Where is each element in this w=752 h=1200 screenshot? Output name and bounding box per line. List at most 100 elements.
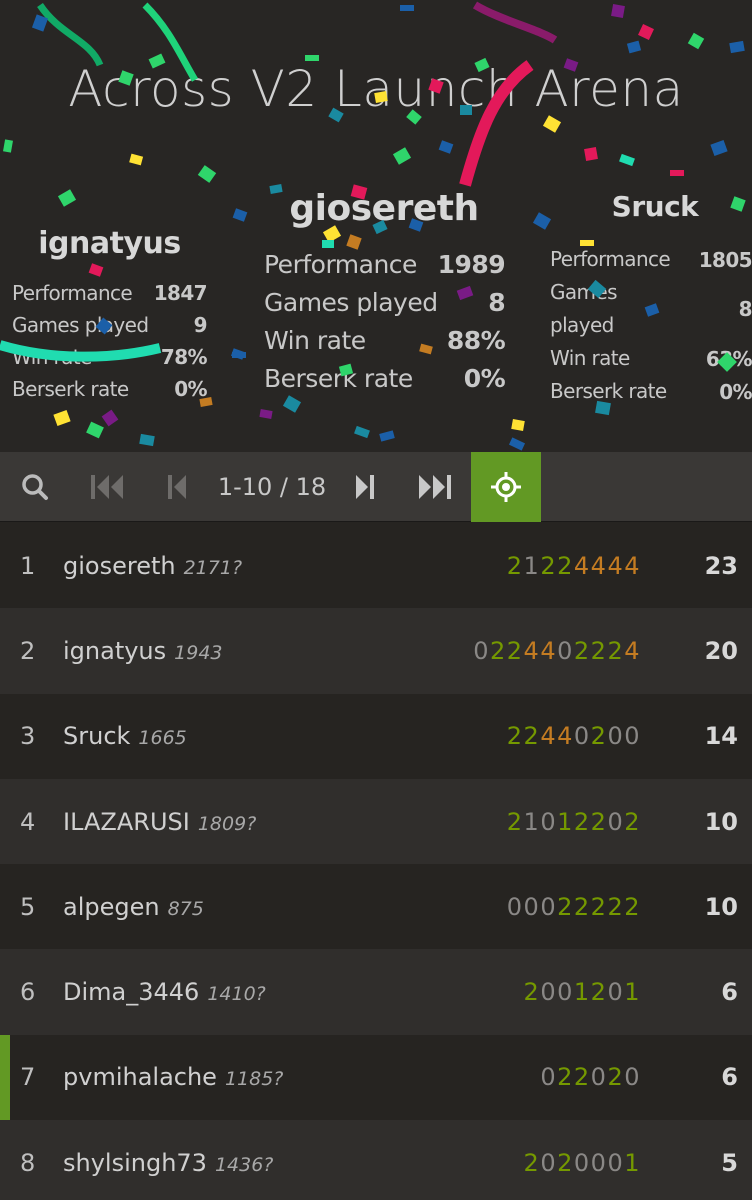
confetti-piece bbox=[638, 24, 654, 40]
rank-number: 7 bbox=[20, 1063, 36, 1092]
table-row[interactable]: 6 Dima_3446 1410? 2001201 6 bbox=[0, 949, 752, 1035]
score-digit: 2 bbox=[624, 807, 641, 836]
jump-to-me-button[interactable] bbox=[471, 452, 541, 522]
confetti-piece bbox=[232, 352, 246, 358]
pagination-bar: 1-10 / 18 bbox=[0, 452, 752, 522]
table-row[interactable]: 7 pvmihalache 1185? 022020 6 bbox=[0, 1034, 752, 1121]
player-name-cell[interactable]: alpegen 875 bbox=[63, 893, 204, 921]
stat-label: Win rate bbox=[12, 345, 92, 369]
table-row[interactable]: 4 ILAZARUSI 1809? 21012202 10 bbox=[0, 778, 752, 865]
total-score: 6 bbox=[721, 978, 738, 1007]
stat-value: 9 bbox=[193, 313, 208, 337]
confetti-piece bbox=[86, 421, 104, 439]
stat-label: Performance bbox=[550, 247, 671, 271]
confetti-piece bbox=[3, 139, 13, 153]
podium-second-name[interactable]: ignatyus bbox=[12, 226, 207, 261]
podium-second-stats: Performance 1847 Games played 9 Win rate 78… bbox=[12, 277, 208, 405]
podium-second: ignatyus Performance 1847 Games played 9 W… bbox=[12, 226, 208, 405]
player-name-cell[interactable]: ILAZARUSI 1809? bbox=[63, 808, 256, 836]
player-name-cell[interactable]: ignatyus 1943 bbox=[63, 637, 223, 665]
crosshair-icon bbox=[491, 472, 521, 502]
stat-label: Performance bbox=[12, 281, 133, 305]
confetti-piece bbox=[354, 425, 370, 439]
score-digit: 2 bbox=[557, 1148, 574, 1177]
table-row[interactable]: 3 Sruck 1665 22440200 14 bbox=[0, 693, 752, 779]
score-digit: 0 bbox=[573, 1148, 591, 1177]
table-row[interactable]: 8 shylsingh73 1436? 2020001 5 bbox=[0, 1120, 752, 1200]
score-digit: 2 bbox=[607, 892, 625, 921]
player-name-cell[interactable]: pvmihalache 1185? bbox=[63, 1063, 283, 1091]
player-name-cell[interactable]: Sruck 1665 bbox=[63, 722, 187, 750]
next-page-button[interactable] bbox=[330, 452, 400, 522]
player-name-cell[interactable]: shylsingh73 1436? bbox=[63, 1149, 273, 1177]
score-digit: 2 bbox=[523, 722, 541, 751]
confetti-piece bbox=[139, 433, 155, 447]
score-digit: 4 bbox=[557, 722, 574, 751]
table-row[interactable]: 1 giosereth 2171? 21224444 23 bbox=[0, 523, 752, 609]
score-digit: 4 bbox=[540, 722, 558, 751]
player-name[interactable]: ILAZARUSI bbox=[63, 808, 190, 836]
first-page-icon bbox=[91, 475, 123, 499]
player-name-cell[interactable]: giosereth 2171? bbox=[63, 552, 242, 580]
player-rating: 1436? bbox=[214, 1153, 274, 1176]
confetti-piece bbox=[619, 153, 635, 167]
score-digit: 0 bbox=[506, 892, 524, 921]
score-digit: 2 bbox=[557, 551, 574, 580]
podium-first: giosereth Performance 1989 Games played 8 … bbox=[264, 188, 506, 397]
confetti-piece bbox=[710, 139, 728, 157]
search-button[interactable] bbox=[0, 452, 70, 522]
last-page-icon bbox=[419, 475, 451, 499]
podium-third: Sruck Performance 1805 Games played 8 Win … bbox=[550, 190, 752, 408]
rank-number: 2 bbox=[20, 636, 36, 665]
previous-page-button[interactable] bbox=[142, 452, 212, 522]
score-digit: 0 bbox=[607, 807, 625, 836]
player-rating: 1410? bbox=[207, 983, 266, 1006]
total-score: 20 bbox=[704, 636, 738, 665]
total-score: 5 bbox=[721, 1148, 738, 1177]
podium-first-name[interactable]: giosereth bbox=[264, 188, 504, 229]
stat-value: 0% bbox=[719, 379, 752, 404]
score-digit: 2 bbox=[607, 1063, 625, 1092]
player-rating: 2171? bbox=[183, 556, 243, 579]
total-score: 6 bbox=[721, 1063, 738, 1092]
confetti-piece bbox=[197, 165, 217, 183]
confetti-piece bbox=[230, 348, 246, 360]
rank-number: 5 bbox=[20, 892, 36, 921]
score-digit: 2 bbox=[489, 636, 507, 665]
player-name[interactable]: Sruck bbox=[63, 722, 130, 750]
table-row[interactable]: 2 ignatyus 1943 0224402224 20 bbox=[0, 608, 752, 694]
player-name-cell[interactable]: Dima_3446 1410? bbox=[63, 978, 266, 1006]
stat-value: 1847 bbox=[153, 281, 208, 305]
score-digit: 1 bbox=[624, 978, 641, 1007]
first-page-button[interactable] bbox=[72, 452, 142, 522]
score-digit: 4 bbox=[624, 551, 641, 580]
player-name[interactable]: alpegen bbox=[63, 893, 160, 921]
player-name[interactable]: shylsingh73 bbox=[63, 1149, 207, 1177]
player-rating: 1943 bbox=[174, 641, 223, 664]
next-page-icon bbox=[356, 475, 374, 499]
score-digit: 0 bbox=[540, 1063, 558, 1092]
score-digit: 1 bbox=[523, 807, 541, 836]
score-digit: 2 bbox=[590, 978, 608, 1007]
confetti-piece bbox=[392, 147, 412, 165]
total-score: 14 bbox=[704, 722, 738, 751]
player-name[interactable]: giosereth bbox=[63, 552, 176, 580]
podium-first-stats: Performance 1989 Games played 8 Win rate 88… bbox=[264, 245, 506, 397]
table-row[interactable]: 5 alpegen 875 00022222 10 bbox=[0, 864, 752, 950]
score-digit: 2 bbox=[557, 892, 574, 921]
player-name[interactable]: ignatyus bbox=[63, 637, 166, 665]
confetti-piece bbox=[508, 437, 526, 451]
last-page-button[interactable] bbox=[400, 452, 470, 522]
rank-number: 1 bbox=[20, 551, 36, 580]
podium-third-name[interactable]: Sruck bbox=[550, 190, 752, 223]
confetti-piece bbox=[53, 409, 71, 427]
stat-value: 1989 bbox=[437, 249, 506, 279]
score-digit: 2 bbox=[540, 551, 558, 580]
confetti-piece bbox=[379, 430, 395, 442]
player-name[interactable]: pvmihalache bbox=[63, 1063, 217, 1091]
score-digit: 0 bbox=[540, 978, 558, 1007]
confetti-piece bbox=[729, 40, 745, 54]
stat-value: 88% bbox=[446, 325, 506, 355]
stat-label: Berserk rate bbox=[12, 377, 129, 401]
player-name[interactable]: Dima_3446 bbox=[63, 978, 199, 1006]
